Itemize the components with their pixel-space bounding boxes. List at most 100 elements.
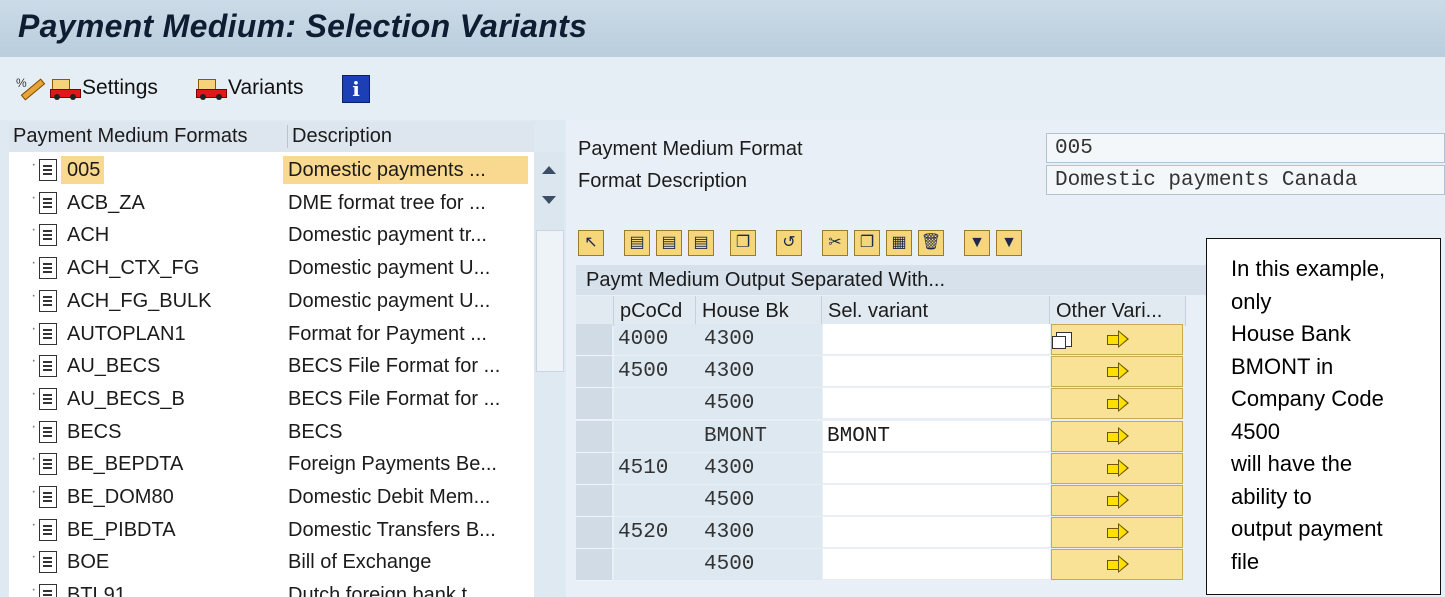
filter-icon[interactable]: ▼ [964, 230, 990, 256]
other-variants-button[interactable] [1051, 485, 1183, 516]
format-code[interactable]: ACB_ZA [61, 189, 149, 217]
house-bank-cell[interactable]: 4500 [696, 549, 822, 581]
format-field[interactable]: 005 [1046, 133, 1445, 163]
format-code[interactable]: 005 [61, 156, 105, 184]
other-variants-button[interactable] [1051, 517, 1183, 549]
grid-select-all[interactable] [576, 296, 614, 326]
sel-variant-cell[interactable]: BMONT [823, 420, 1050, 452]
tree-row[interactable]: · 005 Domestic payments ... [9, 154, 534, 186]
house-bank-cell[interactable]: BMONT [696, 420, 822, 452]
column-header-house-bank[interactable]: House Bk [696, 296, 822, 326]
house-bank-cell[interactable]: 4300 [696, 356, 822, 388]
table-row[interactable]: 4500 4300 [576, 356, 1186, 389]
other-variants-button[interactable] [1051, 452, 1183, 484]
wand-button[interactable]: % [14, 74, 46, 102]
other-variants-button[interactable] [1051, 420, 1183, 452]
format-code[interactable]: ACH [61, 221, 113, 249]
details-icon[interactable]: ▤ [624, 230, 650, 256]
insert-row-icon[interactable]: ▤ [656, 230, 682, 256]
company-code-cell[interactable]: 4000 [614, 324, 696, 355]
format-description[interactable]: Domestic Debit Mem... [283, 483, 528, 511]
tree-row[interactable]: · ACH_CTX_FG Domestic payment U... [9, 252, 534, 284]
table-row[interactable]: 4500 [576, 549, 1186, 582]
table-row[interactable]: BMONT BMONT [576, 420, 1186, 453]
format-description[interactable]: Domestic payment U... [283, 287, 528, 315]
house-bank-cell[interactable]: 4300 [696, 452, 822, 484]
trash-icon[interactable]: 🗑 [918, 230, 944, 256]
scroll-down-icon[interactable] [542, 196, 556, 204]
table-row[interactable]: 4500 [576, 388, 1186, 421]
row-selector[interactable] [576, 452, 612, 485]
format-code[interactable]: ACH_CTX_FG [61, 254, 203, 282]
house-bank-cell[interactable]: 4300 [696, 324, 822, 355]
format-code[interactable]: BE_BEPDTA [61, 450, 187, 478]
tree-row[interactable]: · AU_BECS BECS File Format for ... [9, 350, 534, 382]
row-selector[interactable] [576, 485, 612, 517]
table-row[interactable]: 4500 [576, 485, 1186, 517]
format-description[interactable]: Foreign Payments Be... [283, 450, 528, 478]
column-header-cocd[interactable]: pCoCd [614, 296, 696, 326]
format-code[interactable]: AU_BECS [61, 352, 164, 380]
tree-row[interactable]: · AUTOPLAN1 Format for Payment ... [9, 318, 534, 350]
format-code[interactable]: BE_PIBDTA [61, 516, 180, 544]
company-code-cell[interactable]: 4500 [614, 356, 696, 388]
scroll-up-icon[interactable] [542, 166, 556, 174]
copy-icon[interactable]: ❐ [854, 230, 880, 256]
sel-variant-cell[interactable] [823, 485, 1050, 516]
tree-row[interactable]: · AU_BECS_B BECS File Format for ... [9, 383, 534, 415]
sel-variant-cell[interactable] [823, 388, 1050, 420]
row-selector[interactable] [576, 324, 612, 356]
format-description[interactable]: Domestic payment tr... [283, 221, 528, 249]
delete-row-icon[interactable]: ▤ [688, 230, 714, 256]
format-description[interactable]: BECS File Format for ... [283, 385, 528, 413]
column-header-formats[interactable]: Payment Medium Formats [13, 125, 248, 148]
format-description[interactable]: BECS [283, 418, 528, 446]
row-selector[interactable] [576, 388, 612, 421]
format-description[interactable]: Domestic Transfers B... [283, 516, 528, 544]
format-description[interactable]: DME format tree for ... [283, 189, 528, 217]
format-description[interactable]: Bill of Exchange [283, 548, 528, 576]
sel-variant-cell[interactable] [823, 356, 1050, 388]
company-code-cell[interactable] [614, 388, 696, 420]
column-header-description[interactable]: Description [287, 125, 392, 148]
company-code-cell[interactable] [614, 549, 696, 581]
format-description[interactable]: Format for Payment ... [283, 320, 528, 348]
settings-button[interactable]: Settings [50, 74, 158, 102]
company-code-cell[interactable]: 4510 [614, 452, 696, 484]
row-selector[interactable] [576, 420, 612, 453]
house-bank-cell[interactable]: 4300 [696, 517, 822, 549]
format-code[interactable]: ACH_FG_BULK [61, 287, 216, 315]
scroll-track[interactable] [536, 230, 564, 372]
sel-variant-cell[interactable] [823, 549, 1050, 581]
tree-row[interactable]: · BECS BECS [9, 416, 534, 448]
variants-button[interactable]: Variants [196, 74, 303, 102]
tree-row[interactable]: · BE_BEPDTA Foreign Payments Be... [9, 448, 534, 480]
info-icon[interactable]: i [342, 75, 370, 103]
company-code-cell[interactable] [614, 485, 696, 516]
row-selector[interactable] [576, 356, 612, 389]
cut-icon[interactable]: ✂ [822, 230, 848, 256]
format-code[interactable]: AUTOPLAN1 [61, 320, 190, 348]
tree-row[interactable]: · ACH Domestic payment tr... [9, 219, 534, 251]
other-variants-button[interactable] [1051, 549, 1183, 581]
format-code[interactable]: BE_DOM80 [61, 483, 178, 511]
house-bank-cell[interactable]: 4500 [696, 388, 822, 420]
format-code[interactable]: BOE [61, 548, 113, 576]
format-description[interactable]: BECS File Format for ... [283, 352, 528, 380]
column-header-sel-variant[interactable]: Sel. variant [822, 296, 1050, 326]
tree-row[interactable]: · BOE Bill of Exchange [9, 546, 534, 578]
paste-icon[interactable]: ▦ [886, 230, 912, 256]
tree-row[interactable]: · BE_PIBDTA Domestic Transfers B... [9, 514, 534, 546]
sel-variant-cell[interactable] [823, 517, 1050, 549]
sel-variant-cell[interactable] [823, 452, 1050, 484]
tree-row[interactable]: · BE_DOM80 Domestic Debit Mem... [9, 481, 534, 513]
format-code[interactable]: BECS [61, 418, 125, 446]
filter-settings-icon[interactable]: ▼ [996, 230, 1022, 256]
description-field[interactable]: Domestic payments Canada [1046, 165, 1445, 195]
sel-variant-cell[interactable] [823, 324, 1050, 355]
tree-scrollbar[interactable] [534, 152, 564, 372]
format-code[interactable]: BTL91 [61, 581, 130, 597]
tree-row[interactable]: · ACB_ZA DME format tree for ... [9, 187, 534, 219]
other-variants-button[interactable] [1051, 356, 1183, 388]
row-selector[interactable] [576, 549, 612, 582]
